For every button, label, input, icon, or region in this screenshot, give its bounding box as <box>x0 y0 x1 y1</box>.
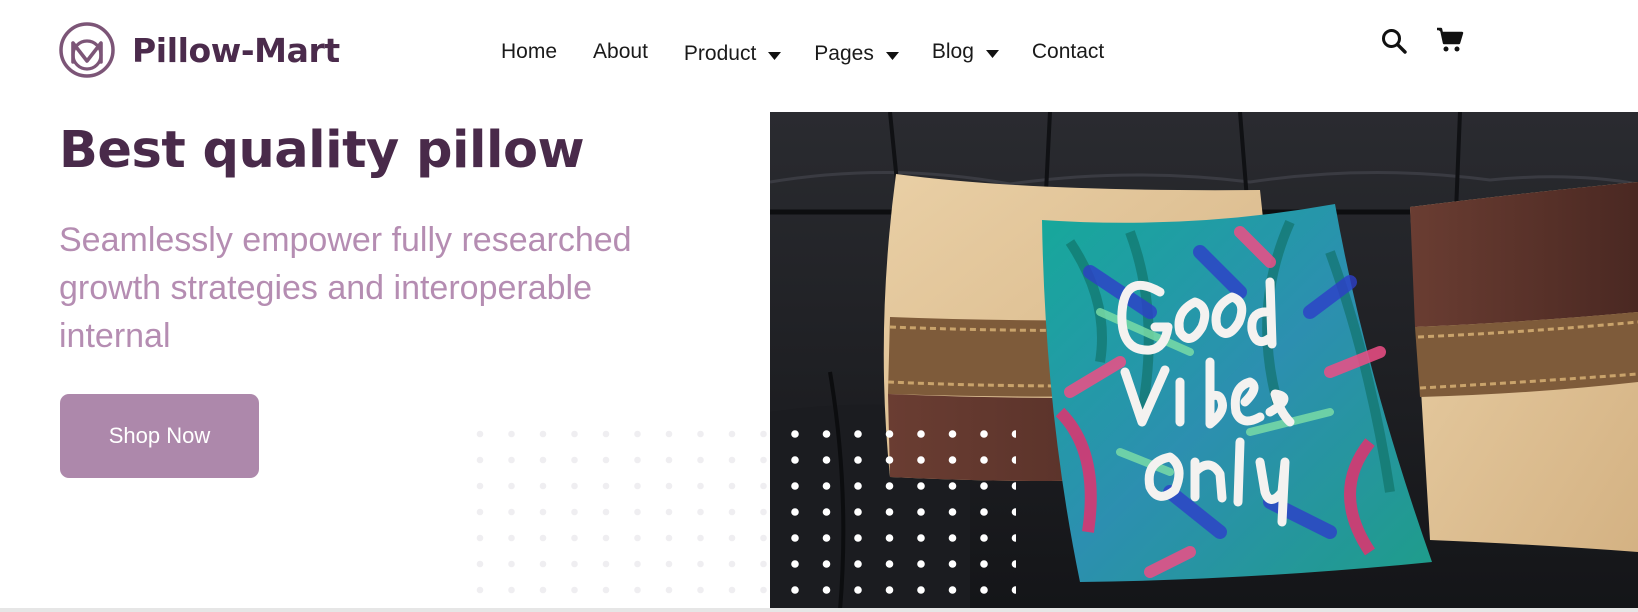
nav-item-about[interactable]: About <box>593 38 648 66</box>
shop-now-button[interactable]: Shop Now <box>60 394 259 478</box>
cart-button[interactable] <box>1435 26 1465 54</box>
nav-item-pages-label: Pages <box>814 42 874 65</box>
page-divider <box>0 608 1638 612</box>
nav-item-contact[interactable]: Contact <box>1032 38 1104 66</box>
nav-item-product[interactable]: Product <box>684 40 782 68</box>
brand-name: Pillow-Mart <box>132 30 340 70</box>
dot-grid-decoration <box>476 430 1016 610</box>
search-icon <box>1382 29 1407 54</box>
nav-item-product-label: Product <box>683 42 757 65</box>
hero-subtitle: Seamlessly empower fully researched grow… <box>59 221 632 355</box>
nav-item-blog-label: Blog <box>931 40 974 63</box>
nav-item-home[interactable]: Home <box>501 38 557 66</box>
cart-icon <box>1437 27 1464 52</box>
caret-down-icon <box>985 49 999 58</box>
search-button[interactable] <box>1380 27 1408 55</box>
brand-logo-link[interactable]: Pillow-Mart <box>58 21 340 79</box>
hero-title: Best quality pillow <box>59 121 585 180</box>
nav-item-blog[interactable]: Blog <box>932 38 1000 66</box>
caret-down-icon <box>768 51 782 60</box>
main-nav: Home About Product Pages Blog Contact <box>501 36 1104 68</box>
m-circle-logo-icon <box>59 22 115 78</box>
caret-down-icon <box>885 51 899 60</box>
nav-item-pages[interactable]: Pages <box>814 40 900 68</box>
